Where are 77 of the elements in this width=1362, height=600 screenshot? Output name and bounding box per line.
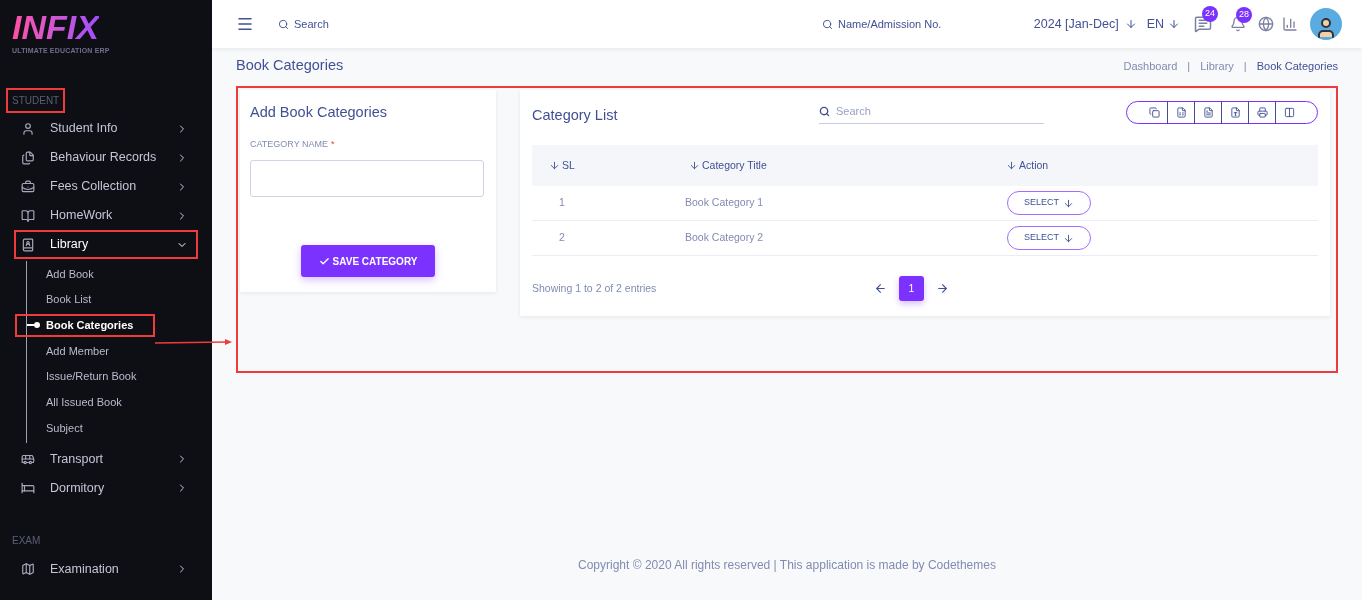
table-cell-text: Book Category 1 bbox=[684, 195, 765, 211]
user-icon bbox=[21, 121, 35, 136]
menu-item[interactable]: Dormitory bbox=[16, 475, 196, 501]
document-icon[interactable] bbox=[1202, 107, 1214, 118]
column-header[interactable]: Category Title bbox=[702, 157, 767, 174]
sort-icon[interactable] bbox=[549, 160, 560, 171]
table-search-field[interactable]: Search bbox=[819, 100, 1044, 124]
print-icon[interactable] bbox=[1256, 107, 1268, 118]
globe-icon[interactable] bbox=[1258, 16, 1274, 32]
spreadsheet-icon[interactable] bbox=[1175, 107, 1187, 118]
book-icon bbox=[21, 208, 35, 223]
sort-icon[interactable] bbox=[689, 160, 700, 171]
category-name-field[interactable] bbox=[250, 160, 484, 198]
table-cell-text: 2 bbox=[558, 230, 566, 246]
search-icon bbox=[822, 18, 833, 30]
breadcrumb-separator: | bbox=[1243, 58, 1247, 74]
copy-icon[interactable] bbox=[1148, 107, 1160, 118]
page-title: Book Categories bbox=[236, 56, 344, 76]
arrow-down-icon bbox=[1168, 18, 1180, 30]
bed-icon bbox=[21, 481, 35, 496]
section-label: EXAM bbox=[11, 534, 42, 549]
submenu-item[interactable]: Book List bbox=[46, 291, 92, 308]
form-title: Add Book Categories bbox=[250, 103, 389, 122]
menu-icon[interactable] bbox=[236, 15, 254, 33]
avatar[interactable] bbox=[1310, 8, 1342, 40]
menu-item[interactable]: Library bbox=[16, 232, 196, 257]
reader-icon bbox=[21, 237, 35, 252]
entries-summary: Showing 1 to 2 of 2 entries bbox=[532, 280, 658, 296]
arrow-down-icon bbox=[1063, 232, 1074, 244]
submenu-item[interactable]: Subject bbox=[46, 419, 83, 437]
language-selector[interactable]: EN bbox=[1146, 14, 1164, 34]
submenu-item[interactable]: Book Categories bbox=[46, 316, 134, 334]
table-search-input[interactable]: Search bbox=[836, 103, 1026, 120]
submenu-item[interactable]: Add Member bbox=[46, 342, 109, 360]
files-icon bbox=[21, 150, 35, 165]
student-search-field[interactable]: Name/Admission No. bbox=[838, 15, 978, 33]
count-badge: 28 bbox=[1236, 7, 1252, 23]
chart-icon[interactable] bbox=[1282, 16, 1298, 32]
submenu-item[interactable]: Issue/Return Book bbox=[46, 368, 137, 385]
bus-icon bbox=[21, 452, 35, 467]
search-field[interactable]: Search bbox=[294, 15, 454, 33]
pdf-file-icon[interactable] bbox=[1229, 107, 1241, 118]
submenu-item[interactable]: Add Book bbox=[46, 265, 94, 283]
arrow-down-icon bbox=[1063, 197, 1074, 209]
menu-item[interactable]: Transport bbox=[16, 446, 196, 472]
breadcrumb-link[interactable]: Book Categories bbox=[1256, 57, 1338, 75]
required-mark: * bbox=[331, 137, 335, 151]
section-label: STUDENT bbox=[8, 89, 64, 111]
next-page-icon[interactable] bbox=[936, 282, 949, 295]
menu-item[interactable]: Student Info bbox=[16, 116, 196, 141]
copyright-text: Copyright © 2020 All rights reserved | This application is made by Codethemes bbox=[578, 557, 996, 574]
arrow-down-icon bbox=[1124, 18, 1137, 30]
session-selector[interactable]: 2024 [Jan-Dec] bbox=[1033, 14, 1119, 34]
page-button[interactable]: 1 bbox=[899, 276, 924, 301]
search-icon bbox=[819, 106, 830, 117]
breadcrumb-separator: | bbox=[1187, 58, 1191, 74]
save-category-button[interactable]: SAVE CATEGORY bbox=[301, 245, 435, 278]
columns-icon[interactable] bbox=[1284, 107, 1295, 118]
list-title: Category List bbox=[532, 106, 619, 125]
count-badge: 24 bbox=[1202, 6, 1218, 22]
search-icon bbox=[278, 18, 289, 30]
map-icon bbox=[21, 562, 35, 577]
field-label: CATEGORY NAME bbox=[250, 137, 329, 151]
table-cell-text: Book Category 2 bbox=[684, 230, 765, 246]
menu-item[interactable]: Examination bbox=[16, 556, 196, 582]
sort-icon[interactable] bbox=[1006, 160, 1017, 171]
menu-item[interactable]: HomeWork bbox=[16, 203, 196, 228]
column-header[interactable]: SL bbox=[562, 157, 575, 174]
column-header[interactable]: Action bbox=[1019, 157, 1049, 174]
menu-item[interactable]: Fees Collection bbox=[16, 174, 196, 199]
table-cell-text: 1 bbox=[558, 195, 566, 211]
submenu-item[interactable]: All Issued Book bbox=[46, 394, 122, 411]
bell-icon[interactable] bbox=[1230, 16, 1246, 32]
previous-page-icon[interactable] bbox=[874, 282, 887, 295]
menu-item[interactable]: Behaviour Records bbox=[16, 145, 196, 170]
briefcase-icon bbox=[21, 179, 35, 194]
check-icon bbox=[318, 255, 330, 267]
